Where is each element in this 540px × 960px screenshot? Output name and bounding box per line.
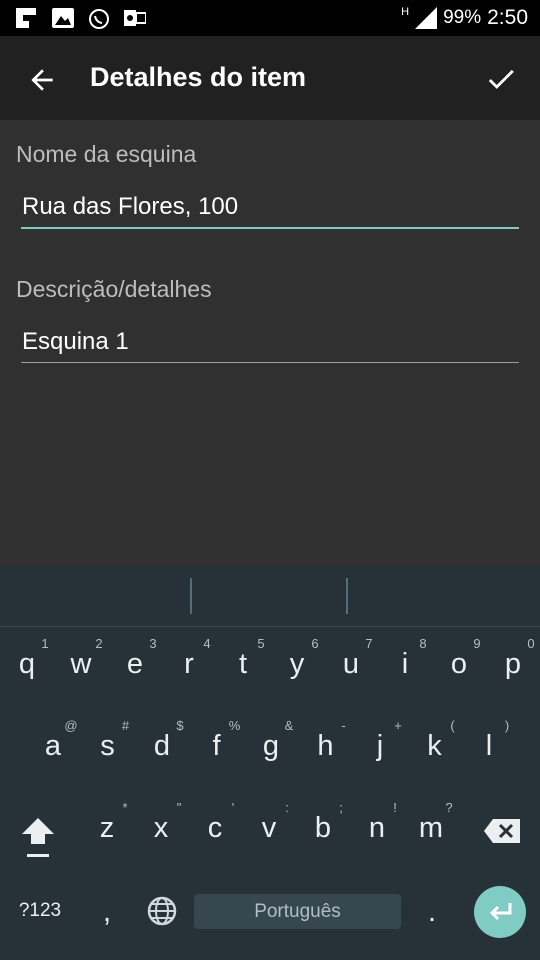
key-k[interactable]: k: [408, 730, 462, 763]
network-type: H: [401, 6, 410, 18]
key-n[interactable]: n: [350, 812, 404, 845]
key-p[interactable]: p: [486, 648, 540, 681]
suggestion-divider: [190, 578, 192, 614]
name-field-label: Nome da esquina: [16, 141, 197, 167]
key-hint: ": [176, 800, 182, 815]
key-m[interactable]: m: [404, 812, 458, 845]
form-area: Nome da esquina Rua das Flores, 100 Desc…: [0, 120, 540, 566]
globe-icon[interactable]: [146, 895, 178, 927]
signal-icon: [415, 7, 438, 29]
key-hint: 3: [149, 636, 157, 651]
clock: 2:50: [487, 6, 528, 29]
comma-key[interactable]: ,: [80, 896, 134, 929]
key-t[interactable]: t: [216, 648, 270, 681]
key-i[interactable]: i: [378, 648, 432, 681]
status-bar: H 99% 2:50: [0, 0, 540, 36]
confirm-button[interactable]: [484, 62, 518, 96]
key-hint: *: [122, 800, 128, 815]
key-hint: 8: [419, 636, 427, 651]
key-u[interactable]: u: [324, 648, 378, 681]
description-field-input[interactable]: Esquina 1: [22, 328, 129, 356]
period-key[interactable]: .: [405, 896, 459, 929]
key-hint: %: [228, 718, 241, 733]
key-q[interactable]: q: [0, 648, 54, 681]
page-title: Detalhes do item: [90, 62, 307, 92]
shift-key[interactable]: [20, 816, 56, 860]
key-c[interactable]: c: [188, 812, 242, 845]
flipboard-icon: [16, 8, 36, 28]
key-hint: #: [121, 718, 130, 733]
enter-key[interactable]: [474, 886, 526, 938]
keyboard: q1w2e3r4t5y6u7i8o9p0 a @ s # d $ f% g & h - j + k(l) …: [0, 566, 540, 960]
key-hint: 4: [203, 636, 211, 651]
key-hint: &: [284, 718, 294, 733]
key-hint: 0: [527, 636, 535, 651]
key-v[interactable]: v: [242, 812, 296, 845]
space-bar[interactable]: Português: [194, 894, 401, 929]
key-e[interactable]: e: [108, 648, 162, 681]
key-hint: -: [341, 718, 346, 733]
key-hint: $: [176, 718, 184, 733]
key-s[interactable]: s: [81, 730, 135, 763]
backspace-key[interactable]: [483, 818, 521, 844]
name-field-input[interactable]: Rua das Flores, 100: [22, 193, 238, 221]
key-hint: +: [394, 718, 402, 733]
key-hint: 7: [365, 636, 373, 651]
key-hint: 2: [95, 636, 103, 651]
key-y[interactable]: y: [270, 648, 324, 681]
key-hint: :: [285, 800, 289, 815]
battery-level: 99%: [443, 7, 482, 28]
key-x[interactable]: x: [134, 812, 188, 845]
key-hint: ': [231, 800, 235, 815]
image-icon: [52, 8, 74, 28]
key-h[interactable]: h: [299, 730, 353, 763]
key-z[interactable]: z: [80, 812, 134, 845]
key-l[interactable]: l: [462, 730, 516, 763]
suggestion-divider: [346, 578, 348, 614]
key-hint: 5: [257, 636, 265, 651]
symbols-key[interactable]: ?123: [13, 900, 67, 922]
outlook-icon: [124, 10, 146, 26]
key-b[interactable]: b: [296, 812, 350, 845]
enter-icon: [489, 903, 512, 921]
description-field-label: Descrição/detalhes: [16, 276, 212, 302]
key-r[interactable]: r: [162, 648, 216, 681]
key-d[interactable]: d: [135, 730, 189, 763]
whatsapp-icon: [89, 9, 109, 29]
key-hint: (: [450, 718, 455, 733]
key-g[interactable]: g: [244, 730, 298, 763]
key-o[interactable]: o: [432, 648, 486, 681]
app-bar: Detalhes do item: [0, 36, 540, 120]
name-field-underline: [21, 227, 519, 229]
key-hint: 9: [473, 636, 481, 651]
key-a[interactable]: a: [26, 730, 80, 763]
key-hint: ): [504, 718, 510, 733]
key-hint: 1: [41, 636, 49, 651]
key-j[interactable]: j: [353, 730, 407, 763]
key-hint: 6: [311, 636, 319, 651]
key-hint: ;: [339, 800, 343, 815]
key-hint: @: [64, 718, 78, 733]
key-hint: ?: [445, 800, 453, 815]
suggestion-strip: [0, 566, 540, 627]
status-right: H 99% 2:50: [401, 6, 528, 30]
back-button[interactable]: [26, 64, 58, 96]
key-w[interactable]: w: [54, 648, 108, 681]
key-f[interactable]: f: [190, 730, 244, 763]
description-field-underline: [21, 362, 519, 363]
key-hint: !: [393, 800, 397, 815]
